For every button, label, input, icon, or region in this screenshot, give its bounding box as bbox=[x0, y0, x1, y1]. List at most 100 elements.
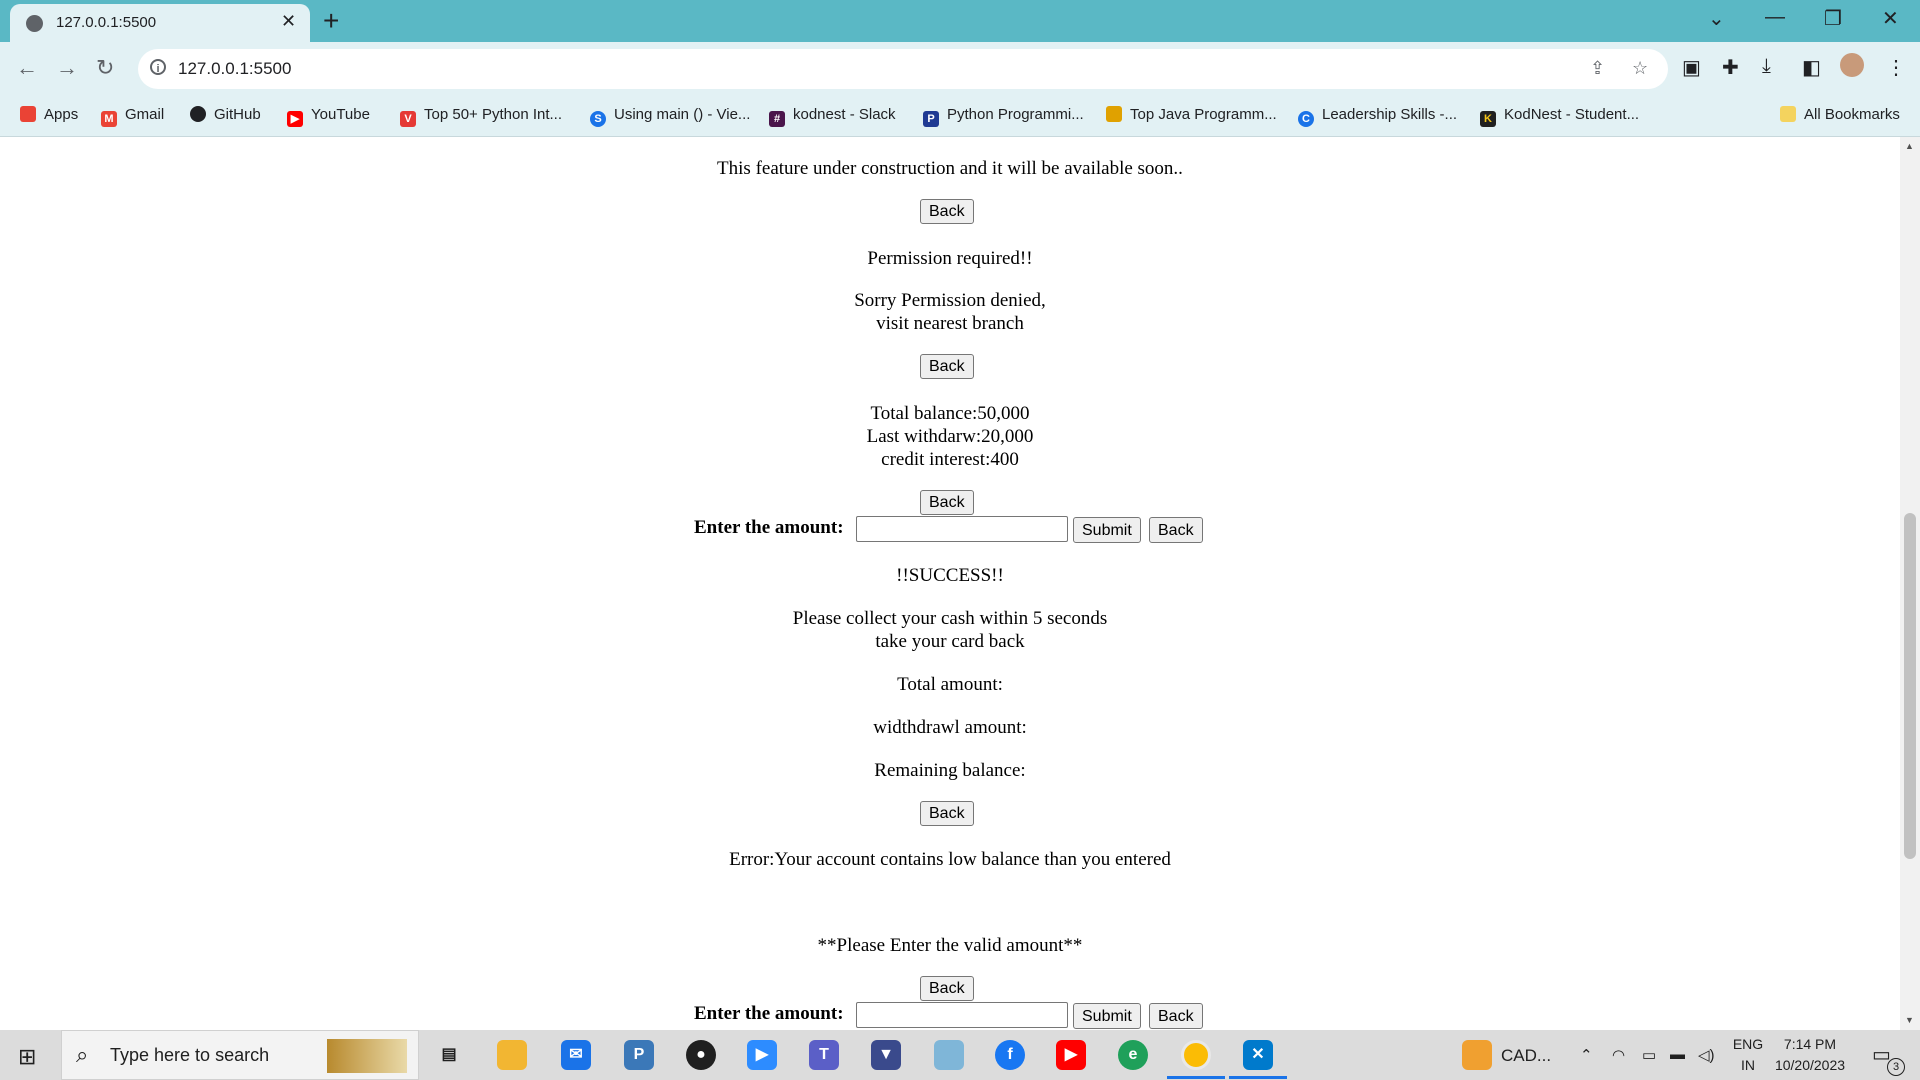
reload-icon[interactable]: ↻ bbox=[96, 55, 114, 81]
bookmark-apps[interactable]: Apps bbox=[20, 106, 78, 123]
withdraw-amount-label: widthdrawl amount: bbox=[873, 717, 1027, 738]
amount-input[interactable] bbox=[856, 1002, 1068, 1028]
chevron-up-icon[interactable]: ⌃ bbox=[1580, 1046, 1593, 1064]
folder-icon bbox=[1780, 106, 1796, 122]
bookmark-gmail[interactable]: M Gmail bbox=[101, 106, 164, 127]
bookmark-star-icon[interactable]: ☆ bbox=[1632, 58, 1648, 79]
edge-icon[interactable]: e bbox=[1118, 1040, 1148, 1070]
weather-icon[interactable] bbox=[1462, 1040, 1492, 1070]
zoom-icon[interactable]: ▶ bbox=[747, 1040, 777, 1070]
page-content: This feature under construction and it w… bbox=[0, 137, 1900, 1030]
menu-dots-icon[interactable]: ⋮ bbox=[1886, 55, 1906, 80]
v-logo-icon: V bbox=[400, 111, 416, 127]
amount-input[interactable] bbox=[856, 516, 1068, 542]
close-tab-icon[interactable]: ✕ bbox=[281, 11, 296, 32]
time-text: 7:14 PM bbox=[1783, 1036, 1837, 1052]
vscode-active-indicator bbox=[1229, 1076, 1287, 1079]
valid-amount-message: **Please Enter the valid amount** bbox=[817, 935, 1083, 956]
back-button[interactable]: Back bbox=[920, 199, 974, 224]
site-info-icon[interactable]: i bbox=[150, 59, 166, 75]
speaker-icon[interactable]: ◁) bbox=[1698, 1046, 1715, 1064]
region-code: IN bbox=[1741, 1057, 1755, 1073]
back-button[interactable]: Back bbox=[1149, 517, 1203, 543]
bookmark-using-main[interactable]: S Using main () - Vie... bbox=[590, 106, 750, 127]
new-tab-icon[interactable]: + bbox=[323, 4, 339, 38]
battery-icon[interactable]: ▬ bbox=[1670, 1046, 1685, 1063]
back-arrow-icon[interactable]: ← bbox=[16, 55, 38, 81]
scroll-down-icon[interactable]: ▼ bbox=[1905, 1015, 1914, 1025]
avatar[interactable] bbox=[1840, 53, 1864, 77]
language-code: ENG bbox=[1732, 1036, 1764, 1052]
weather-text[interactable]: CAD... bbox=[1501, 1046, 1551, 1066]
python-icon[interactable]: P bbox=[624, 1040, 654, 1070]
bookmark-kodnest[interactable]: K KodNest - Student... bbox=[1480, 106, 1639, 127]
permission-line-1: Sorry Permission denied, bbox=[854, 290, 1046, 311]
bookmarks-bar: Apps M Gmail GitHub ▶ YouTube V Top 50+ Pyt… bbox=[0, 96, 1920, 137]
remaining-balance-label: Remaining balance: bbox=[874, 760, 1026, 781]
record-icon[interactable]: ● bbox=[686, 1040, 716, 1070]
scroll-up-icon[interactable]: ▲ bbox=[1905, 141, 1914, 151]
share-icon[interactable]: ⇪ bbox=[1590, 58, 1605, 79]
bookmark-python-int[interactable]: V Top 50+ Python Int... bbox=[400, 106, 562, 127]
github-icon bbox=[190, 106, 206, 122]
app-badge-icon[interactable]: ▼ bbox=[871, 1040, 901, 1070]
back-button[interactable]: Back bbox=[920, 490, 974, 515]
submit-button[interactable]: Submit bbox=[1073, 517, 1141, 543]
back-button[interactable]: Back bbox=[920, 976, 974, 1001]
bookmark-slack[interactable]: # kodnest - Slack bbox=[769, 106, 896, 127]
success-title: !!SUCCESS!! bbox=[896, 565, 1004, 586]
facebook-icon[interactable]: f bbox=[995, 1040, 1025, 1070]
extension-app-icon[interactable]: ▣ bbox=[1682, 55, 1701, 80]
minimize-icon[interactable]: — bbox=[1765, 6, 1785, 29]
mail-icon[interactable]: ✉ bbox=[561, 1040, 591, 1070]
taskbar-search[interactable]: ⌕ Type here to search bbox=[61, 1030, 419, 1080]
vscode-icon[interactable]: ✕ bbox=[1243, 1040, 1273, 1070]
chrome-icon[interactable] bbox=[1181, 1040, 1211, 1070]
clock[interactable]: 7:14 PM 10/20/2023 bbox=[1770, 1034, 1850, 1076]
meet-icon[interactable]: ▭ bbox=[1642, 1046, 1656, 1064]
bookmark-leadership[interactable]: C Leadership Skills -... bbox=[1298, 106, 1457, 127]
back-button[interactable]: Back bbox=[920, 801, 974, 826]
total-balance: Total balance:50,000 bbox=[870, 403, 1030, 424]
task-view-icon[interactable]: ▤ bbox=[434, 1040, 464, 1070]
sp-logo-icon: P bbox=[923, 111, 939, 127]
globe-icon bbox=[26, 15, 43, 32]
bookmark-java-programming[interactable]: Top Java Programm... bbox=[1106, 106, 1277, 123]
bookmark-youtube[interactable]: ▶ YouTube bbox=[287, 106, 370, 127]
c-logo-icon: C bbox=[1298, 111, 1314, 127]
amount-form: Enter the amount: Submit Back bbox=[0, 515, 1900, 543]
puzzle-icon[interactable]: ✚ bbox=[1722, 55, 1739, 80]
bookmark-python-programming[interactable]: P Python Programmi... bbox=[923, 106, 1084, 127]
url-text[interactable]: 127.0.0.1:5500 bbox=[178, 59, 291, 79]
all-bookmarks[interactable]: All Bookmarks bbox=[1780, 106, 1900, 123]
wifi-icon[interactable]: ◠ bbox=[1612, 1046, 1625, 1064]
error-message: Error:Your account contains low balance … bbox=[729, 849, 1171, 870]
youtube-icon[interactable]: ▶ bbox=[1056, 1040, 1086, 1070]
submit-button[interactable]: Submit bbox=[1073, 1003, 1141, 1029]
tab-search-icon[interactable]: ⌄ bbox=[1708, 6, 1725, 31]
success-line-2: take your card back bbox=[875, 631, 1025, 652]
language-indicator[interactable]: ENG IN bbox=[1728, 1034, 1768, 1076]
vertical-scrollbar[interactable]: ▲ ▼ bbox=[1900, 137, 1920, 1030]
side-panel-icon[interactable]: ◧ bbox=[1802, 55, 1821, 80]
windows-start-icon[interactable]: ⊞ bbox=[18, 1044, 36, 1070]
pen-app-icon[interactable] bbox=[934, 1040, 964, 1070]
total-amount-label: Total amount: bbox=[897, 674, 1003, 695]
teams-icon[interactable]: T bbox=[809, 1040, 839, 1070]
browser-tab[interactable]: 127.0.0.1:5500 ✕ bbox=[10, 4, 310, 42]
bookmark-github[interactable]: GitHub bbox=[190, 106, 261, 123]
back-button[interactable]: Back bbox=[920, 354, 974, 379]
forward-arrow-icon[interactable]: → bbox=[56, 55, 78, 81]
amount-form: Enter the amount: Submit Back bbox=[0, 1001, 1900, 1029]
close-window-icon[interactable]: ✕ bbox=[1882, 6, 1899, 31]
file-explorer-icon[interactable] bbox=[497, 1040, 527, 1070]
download-icon[interactable]: ⤓ bbox=[1762, 55, 1771, 78]
java-site-icon bbox=[1106, 106, 1122, 122]
search-icon: ⌕ bbox=[76, 1042, 89, 1067]
amount-label: Enter the amount: bbox=[694, 517, 844, 538]
address-bar[interactable]: i 127.0.0.1:5500 ⇪ ☆ bbox=[138, 49, 1668, 89]
back-button[interactable]: Back bbox=[1149, 1003, 1203, 1029]
restore-icon[interactable]: ❐ bbox=[1824, 6, 1842, 31]
amount-label: Enter the amount: bbox=[694, 1003, 844, 1024]
scroll-thumb[interactable] bbox=[1904, 513, 1916, 859]
